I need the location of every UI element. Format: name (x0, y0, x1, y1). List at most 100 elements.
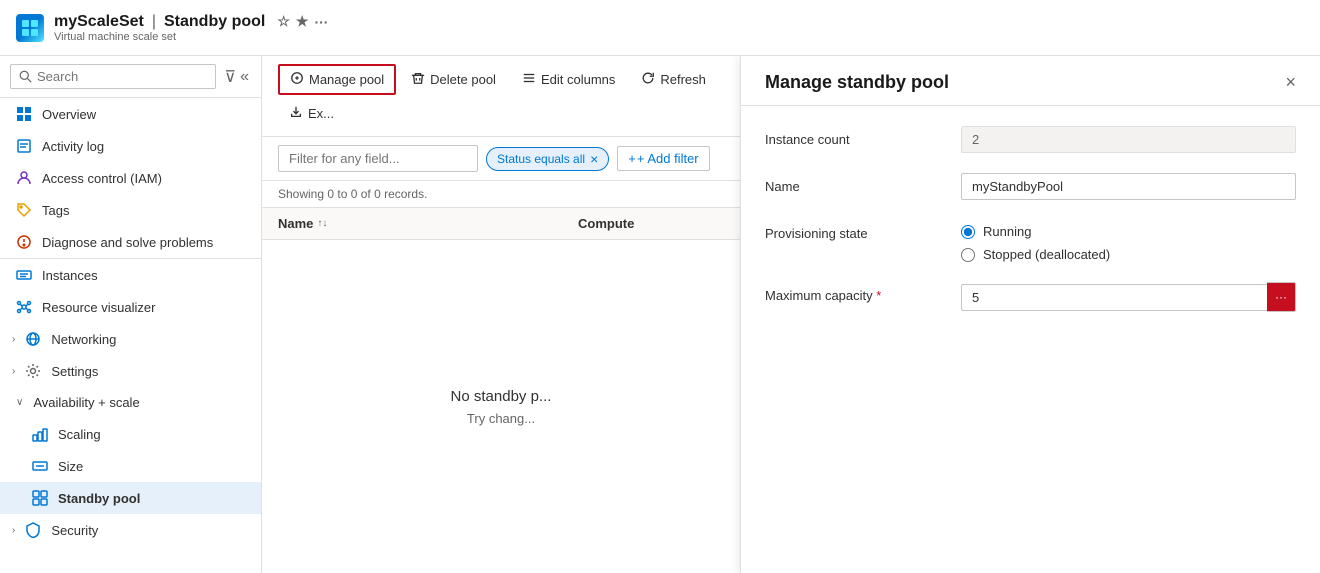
standby-pool-label: Standby pool (58, 491, 140, 506)
remove-filter-button[interactable]: × (590, 151, 598, 167)
availability-scale-label: Availability + scale (33, 395, 139, 410)
max-capacity-btn[interactable]: ··· (1267, 282, 1296, 312)
resource-visualizer-icon (16, 299, 32, 315)
activity-log-icon (16, 138, 32, 154)
search-bar: ⊽ « (0, 56, 261, 98)
resource-name: myScaleSet (54, 13, 144, 31)
panel-body: Instance count 2 Name Provisioning state (741, 106, 1320, 332)
tags-icon (16, 202, 32, 218)
activity-log-label: Activity log (42, 139, 104, 154)
refresh-button[interactable]: Refresh (630, 65, 717, 94)
edit-columns-button[interactable]: Edit columns (511, 65, 626, 94)
sidebar-item-settings[interactable]: › Settings (0, 355, 261, 387)
sidebar-item-overview[interactable]: Overview (0, 98, 261, 130)
radio-running-input[interactable] (961, 225, 975, 239)
instances-icon (16, 267, 32, 283)
size-icon (32, 458, 48, 474)
collapse-icon[interactable]: « (240, 68, 249, 86)
column-compute[interactable]: Compute (578, 216, 724, 231)
diagnose-icon (16, 234, 32, 250)
sidebar-item-instances[interactable]: Instances (0, 259, 261, 291)
max-capacity-input[interactable] (961, 284, 1267, 311)
manage-pool-icon (290, 71, 304, 88)
right-panel: Manage standby pool × Instance count 2 N… (740, 56, 1320, 573)
delete-pool-icon (411, 71, 425, 88)
iam-icon (16, 170, 32, 186)
favorite-outline-icon[interactable]: ☆ (277, 13, 290, 30)
sort-icon: ↑↓ (317, 218, 327, 229)
security-chevron: › (12, 525, 15, 536)
sidebar-item-tags[interactable]: Tags (0, 194, 261, 226)
panel-header: Manage standby pool × (741, 56, 1320, 106)
radio-running-label: Running (983, 224, 1031, 239)
radio-stopped-input[interactable] (961, 248, 975, 262)
scaling-icon (32, 426, 48, 442)
settings-label: Settings (51, 364, 98, 379)
panel-close-button[interactable]: × (1285, 72, 1296, 93)
filter-input[interactable] (278, 145, 478, 172)
radio-stopped-label: Stopped (deallocated) (983, 247, 1110, 262)
sidebar-item-diagnose[interactable]: Diagnose and solve problems (0, 226, 261, 258)
provisioning-state-value: Running Stopped (deallocated) (961, 220, 1296, 262)
export-button[interactable]: Ex... (278, 99, 345, 128)
sidebar-item-activity-log[interactable]: Activity log (0, 130, 261, 162)
page-name: Standby pool (164, 13, 265, 31)
edit-columns-icon (522, 71, 536, 88)
sidebar-item-security[interactable]: › Security (0, 514, 261, 546)
status-filter-label: Status equals all (497, 152, 585, 166)
instance-count-value: 2 (961, 126, 1296, 153)
networking-chevron: › (12, 334, 15, 345)
instance-count-label: Instance count (765, 126, 945, 147)
sidebar-item-standby-pool[interactable]: Standby pool (0, 482, 261, 514)
delete-pool-button[interactable]: Delete pool (400, 65, 507, 94)
networking-icon (25, 331, 41, 347)
manage-pool-button[interactable]: Manage pool (278, 64, 396, 95)
name-value (961, 173, 1296, 200)
radio-stopped[interactable]: Stopped (deallocated) (961, 247, 1296, 262)
status-filter-tag: Status equals all × (486, 147, 609, 171)
star-icon[interactable]: ★ (296, 13, 309, 30)
sidebar-item-resource-visualizer[interactable]: Resource visualizer (0, 291, 261, 323)
more-options-icon[interactable]: ··· (314, 14, 328, 30)
search-input-container[interactable] (10, 64, 216, 89)
table-header: Name ↑↓ Compute (262, 208, 740, 240)
avail-scale-chevron: ∨ (16, 397, 23, 408)
title-actions: ☆ ★ ··· (277, 13, 328, 30)
search-icon (19, 70, 32, 83)
max-capacity-value: ··· (961, 282, 1296, 312)
networking-label: Networking (51, 332, 116, 347)
instance-count-input: 2 (961, 126, 1296, 153)
column-name[interactable]: Name ↑↓ (278, 216, 578, 231)
radio-running[interactable]: Running (961, 224, 1296, 239)
page-title: myScaleSet | Standby pool ☆ ★ ··· (54, 13, 328, 31)
tags-label: Tags (42, 203, 69, 218)
form-row-instance-count: Instance count 2 (765, 126, 1296, 153)
sidebar-item-scaling[interactable]: Scaling (0, 418, 261, 450)
sidebar-item-networking[interactable]: › Networking (0, 323, 261, 355)
security-label: Security (51, 523, 98, 538)
search-input[interactable] (37, 69, 157, 84)
empty-state: No standby p... Try chang... (262, 240, 740, 573)
provisioning-radio-group: Running Stopped (deallocated) (961, 220, 1296, 262)
empty-subtitle: Try chang... (467, 411, 535, 426)
sidebar-item-availability-scale[interactable]: ∨ Availability + scale (0, 387, 261, 418)
title-separator: | (152, 13, 156, 31)
filter-icon[interactable]: ⊽ (224, 67, 236, 87)
sidebar-item-access-control[interactable]: Access control (IAM) (0, 162, 261, 194)
main-layout: ⊽ « Overview Activity log Access control… (0, 56, 1320, 573)
top-bar: myScaleSet | Standby pool ☆ ★ ··· Virtua… (0, 0, 1320, 56)
settings-chevron: › (12, 366, 15, 377)
content-area: Manage pool Delete pool Edit columns Ref… (262, 56, 740, 573)
max-capacity-label: Maximum capacity (765, 282, 945, 303)
name-input[interactable] (961, 173, 1296, 200)
form-row-name: Name (765, 173, 1296, 200)
refresh-icon (641, 71, 655, 88)
add-filter-button[interactable]: + + Add filter (617, 146, 709, 171)
form-row-provisioning: Provisioning state Running Stopped (deal… (765, 220, 1296, 262)
sidebar-item-size[interactable]: Size (0, 450, 261, 482)
sidebar: ⊽ « Overview Activity log Access control… (0, 56, 262, 573)
diagnose-label: Diagnose and solve problems (42, 235, 213, 250)
records-info: Showing 0 to 0 of 0 records. (262, 181, 740, 208)
standby-pool-icon (32, 490, 48, 506)
overview-icon (16, 106, 32, 122)
